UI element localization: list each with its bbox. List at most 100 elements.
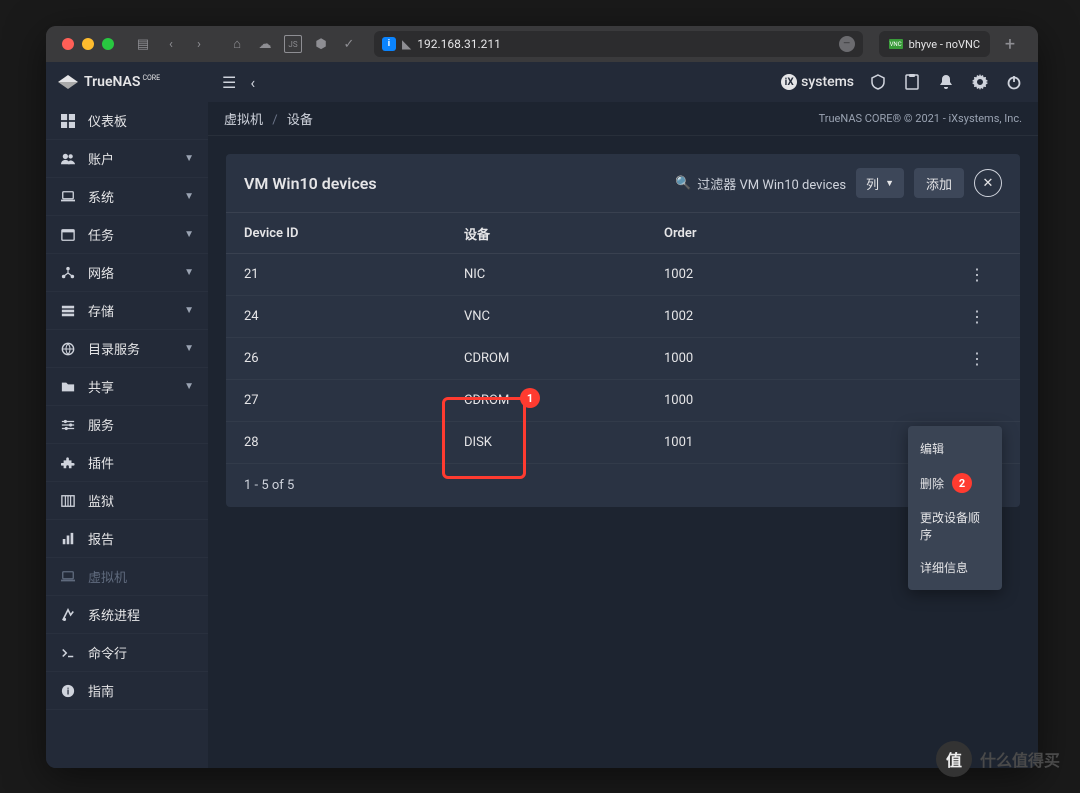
menu-delete[interactable]: 删除2	[908, 465, 1002, 501]
cell-order: 1002	[664, 267, 952, 282]
puzzle-icon	[60, 456, 76, 470]
cell-device: NIC	[464, 267, 664, 282]
sidebar-item-label: 任务	[88, 225, 172, 244]
cell-device: DISK	[464, 435, 664, 450]
topbar: ☰ ‹ iXsystems	[208, 62, 1038, 102]
browser-tab-2[interactable]: VNC bhyve - noVNC	[879, 31, 990, 57]
row-menu-icon[interactable]: ⋮	[952, 307, 1002, 326]
svg-text:i: i	[67, 687, 69, 697]
chevron-down-icon: ▼	[184, 229, 194, 240]
vm-icon	[60, 570, 76, 584]
sidebar-item-jails[interactable]: 监狱	[46, 482, 208, 520]
truecommand-icon[interactable]	[868, 74, 888, 90]
row-menu-icon[interactable]: ⋮	[952, 265, 1002, 284]
clipboard-icon[interactable]	[902, 74, 922, 90]
sidebar-item-label: 系统	[88, 187, 172, 206]
menu-edit[interactable]: 编辑	[908, 432, 1002, 465]
table-header: Device ID 设备 Order	[226, 212, 1020, 254]
tab-2-title: bhyve - noVNC	[909, 38, 980, 51]
sidebar-item-sharing[interactable]: 共享▼	[46, 368, 208, 406]
sidebar-toggle-icon[interactable]: ▤	[134, 35, 152, 53]
gear-icon[interactable]	[970, 74, 990, 90]
sidebar-item-dashboard[interactable]: 仪表板	[46, 102, 208, 140]
watermark-text: 什么值得买	[980, 747, 1060, 771]
cloud-icon[interactable]: ☁	[256, 35, 274, 53]
row-menu-icon[interactable]: ⋮	[952, 349, 1002, 368]
sidebar-item-tasks[interactable]: 任务 ▼	[46, 216, 208, 254]
sidebar-item-system[interactable]: 系统 ▼	[46, 178, 208, 216]
watermark: 值 什么值得买	[936, 741, 1060, 777]
cell-order: 1000	[664, 393, 952, 408]
globe-icon	[60, 342, 76, 356]
sidebar-item-accounts[interactable]: 账户▼	[46, 140, 208, 178]
sidebar-item-vm[interactable]: 虚拟机	[46, 558, 208, 596]
breadcrumb-vm[interactable]: 虚拟机	[224, 113, 263, 128]
sliders-icon	[60, 418, 76, 432]
sidebar: TrueNASCORE 仪表板 账户▼ 系统 ▼ 任务 ▼ 网络▼ 存储▼ 目录服务…	[46, 62, 208, 768]
terminal-icon	[60, 646, 76, 660]
sidebar-item-storage[interactable]: 存储▼	[46, 292, 208, 330]
annotation-badge-1: 1	[520, 388, 540, 408]
table-row[interactable]: 24VNC1002⋮	[226, 296, 1020, 338]
window-controls	[62, 38, 114, 50]
add-button[interactable]: 添加	[914, 168, 964, 198]
breadcrumb-sep: /	[272, 113, 277, 128]
address-bar[interactable]: i ◣ 192.168.31.211 —	[374, 31, 863, 57]
chevron-down-icon: ▼	[184, 191, 194, 202]
storage-icon	[60, 304, 76, 318]
copyright-text: TrueNAS CORE® © 2021 - iXsystems, Inc.	[819, 112, 1022, 125]
people-icon	[60, 152, 76, 166]
new-tab-button[interactable]: +	[998, 34, 1022, 55]
address-text: 192.168.31.211	[417, 37, 501, 51]
nav-back-icon[interactable]: ‹	[162, 35, 180, 53]
menu-reorder[interactable]: 更改设备顺序	[908, 501, 1002, 551]
home-icon[interactable]: ⌂	[228, 35, 246, 53]
menu-icon[interactable]: ☰	[222, 73, 236, 92]
power-icon[interactable]	[1004, 74, 1024, 90]
close-panel-button[interactable]: ✕	[974, 169, 1002, 197]
menu-reorder-label: 更改设备顺序	[920, 509, 990, 543]
check-icon[interactable]: ✓	[340, 35, 358, 53]
close-window-icon[interactable]	[62, 38, 74, 50]
laptop-icon	[60, 190, 76, 204]
sidebar-item-label: 目录服务	[88, 339, 172, 358]
sidebar-item-directory[interactable]: 目录服务▼	[46, 330, 208, 368]
cell-id: 21	[244, 267, 464, 282]
jail-icon	[60, 494, 76, 508]
brand-logo[interactable]: TrueNASCORE	[46, 62, 208, 102]
breadcrumb-bar: 虚拟机 / 设备 TrueNAS CORE® © 2021 - iXsystem…	[208, 102, 1038, 136]
minimize-window-icon[interactable]	[82, 38, 94, 50]
dashboard-icon	[60, 114, 76, 128]
nav-forward-icon[interactable]: ›	[190, 35, 208, 53]
cell-order: 1002	[664, 309, 952, 324]
col-device-id: Device ID	[244, 226, 464, 241]
table-row[interactable]: 27CDROM1000	[226, 380, 1020, 422]
cube-icon[interactable]: ⬢	[312, 35, 330, 53]
js-icon[interactable]: JS	[284, 35, 302, 53]
annotation-badge-2: 2	[952, 473, 972, 493]
table-row[interactable]: 21NIC1002⋮	[226, 254, 1020, 296]
maximize-window-icon[interactable]	[102, 38, 114, 50]
sidebar-item-shell[interactable]: 命令行	[46, 634, 208, 672]
sidebar-item-plugins[interactable]: 插件	[46, 444, 208, 482]
devices-panel: VM Win10 devices 🔍 过滤器 VM Win10 devices …	[226, 154, 1020, 507]
cell-order: 1000	[664, 351, 952, 366]
calendar-icon	[60, 228, 76, 242]
chevron-down-icon: ▼	[184, 305, 194, 316]
sidebar-item-network[interactable]: 网络▼	[46, 254, 208, 292]
table-row[interactable]: 26CDROM1000⋮	[226, 338, 1020, 380]
ixsystems-logo[interactable]: iXsystems	[781, 74, 854, 90]
table-row[interactable]: 28DISK1001	[226, 422, 1020, 464]
search-filter[interactable]: 🔍 过滤器 VM Win10 devices	[675, 174, 846, 193]
reader-icon[interactable]: —	[839, 36, 855, 52]
menu-details[interactable]: 详细信息	[908, 551, 1002, 584]
sidebar-item-sysproc[interactable]: 系统进程	[46, 596, 208, 634]
menu-edit-label: 编辑	[920, 440, 944, 457]
columns-dropdown[interactable]: 列▼	[856, 168, 904, 198]
sidebar-item-guide[interactable]: i指南	[46, 672, 208, 710]
back-icon[interactable]: ‹	[250, 73, 255, 92]
bell-icon[interactable]	[936, 74, 956, 90]
sidebar-item-reporting[interactable]: 报告	[46, 520, 208, 558]
sidebar-item-services[interactable]: 服务	[46, 406, 208, 444]
browser-titlebar: ▤ ‹ › ⌂ ☁ JS ⬢ ✓ i ◣ 192.168.31.211 — VN…	[46, 26, 1038, 62]
